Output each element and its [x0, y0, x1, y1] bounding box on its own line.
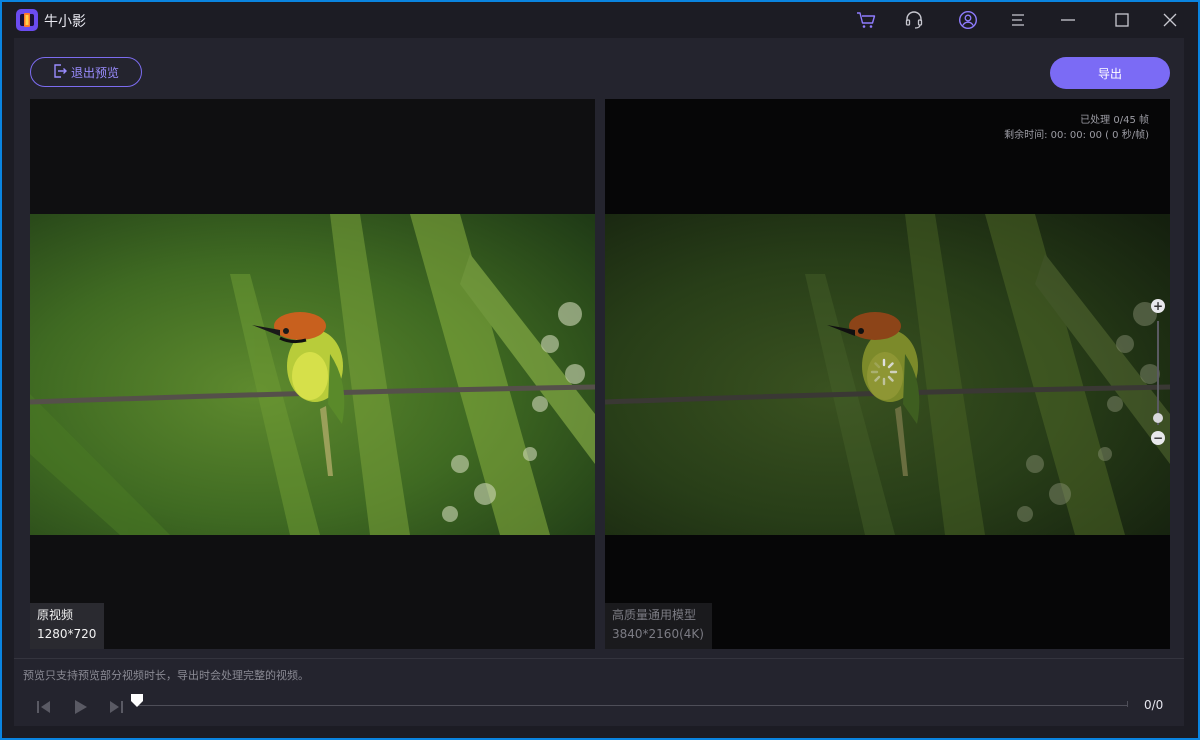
- original-video-pane: 原视频 1280*720: [30, 99, 595, 649]
- exit-preview-button[interactable]: 退出预览: [30, 57, 142, 87]
- processed-frames: 已处理 0/45 帧: [1080, 115, 1149, 126]
- maximize-icon[interactable]: [1112, 10, 1132, 30]
- frame-counter: 0/0: [1144, 698, 1164, 712]
- play-icon[interactable]: [70, 697, 90, 717]
- user-icon[interactable]: [958, 10, 978, 30]
- loading-spinner-icon: [869, 357, 899, 391]
- remaining-time: 剩余时间: 00: 00: 00 ( 0 秒/帧): [1004, 130, 1149, 141]
- original-video-resolution: 1280*720: [37, 627, 97, 641]
- zoom-in-button[interactable]: +: [1151, 299, 1165, 313]
- prev-frame-icon[interactable]: [34, 697, 54, 717]
- processing-info: 已处理 0/45 帧 剩余时间: 00: 00: 00 ( 0 秒/帧): [1004, 113, 1149, 143]
- timeline-track[interactable]: [136, 705, 1128, 706]
- timeline-end-marker: [1127, 701, 1128, 707]
- minimize-icon[interactable]: [1058, 10, 1078, 30]
- exit-icon: [53, 63, 67, 81]
- close-icon[interactable]: [1160, 10, 1180, 30]
- app-logo-icon: [16, 9, 38, 31]
- zoom-slider-handle[interactable]: [1153, 413, 1163, 423]
- playback-bar: 预览只支持预览部分视频时长，导出时会处理完整的视频。 0/0: [14, 658, 1184, 726]
- cart-icon[interactable]: [856, 10, 876, 30]
- title-bar: 牛小影: [2, 2, 1198, 38]
- export-button[interactable]: 导出: [1050, 57, 1170, 89]
- original-video-frame: [30, 214, 595, 535]
- app-window: 牛小影 退出预览 导出 原视频 1280*720 已处理 0/45 帧 剩余时间…: [2, 2, 1198, 738]
- original-video-label: 原视频 1280*720: [30, 603, 105, 649]
- next-frame-icon[interactable]: [106, 697, 126, 717]
- headset-icon[interactable]: [904, 10, 924, 30]
- app-title: 牛小影: [44, 14, 86, 30]
- original-video-title: 原视频: [37, 608, 74, 622]
- timeline-playhead[interactable]: [131, 693, 143, 707]
- zoom-out-button[interactable]: −: [1151, 431, 1165, 445]
- zoom-slider-track[interactable]: [1157, 321, 1159, 425]
- enhanced-video-label: 高质量通用模型 3840*2160(4K): [605, 603, 712, 649]
- enhanced-video-pane: 已处理 0/45 帧 剩余时间: 00: 00: 00 ( 0 秒/帧) + −…: [605, 99, 1170, 649]
- model-name: 高质量通用模型: [612, 608, 697, 622]
- preview-hint: 预览只支持预览部分视频时长，导出时会处理完整的视频。: [23, 669, 309, 682]
- exit-preview-label: 退出预览: [70, 65, 119, 80]
- menu-icon[interactable]: [1008, 10, 1028, 30]
- preview-panel: 退出预览 导出 原视频 1280*720 已处理 0/45 帧 剩余时间: 00…: [14, 38, 1184, 658]
- enhanced-resolution: 3840*2160(4K): [612, 627, 704, 641]
